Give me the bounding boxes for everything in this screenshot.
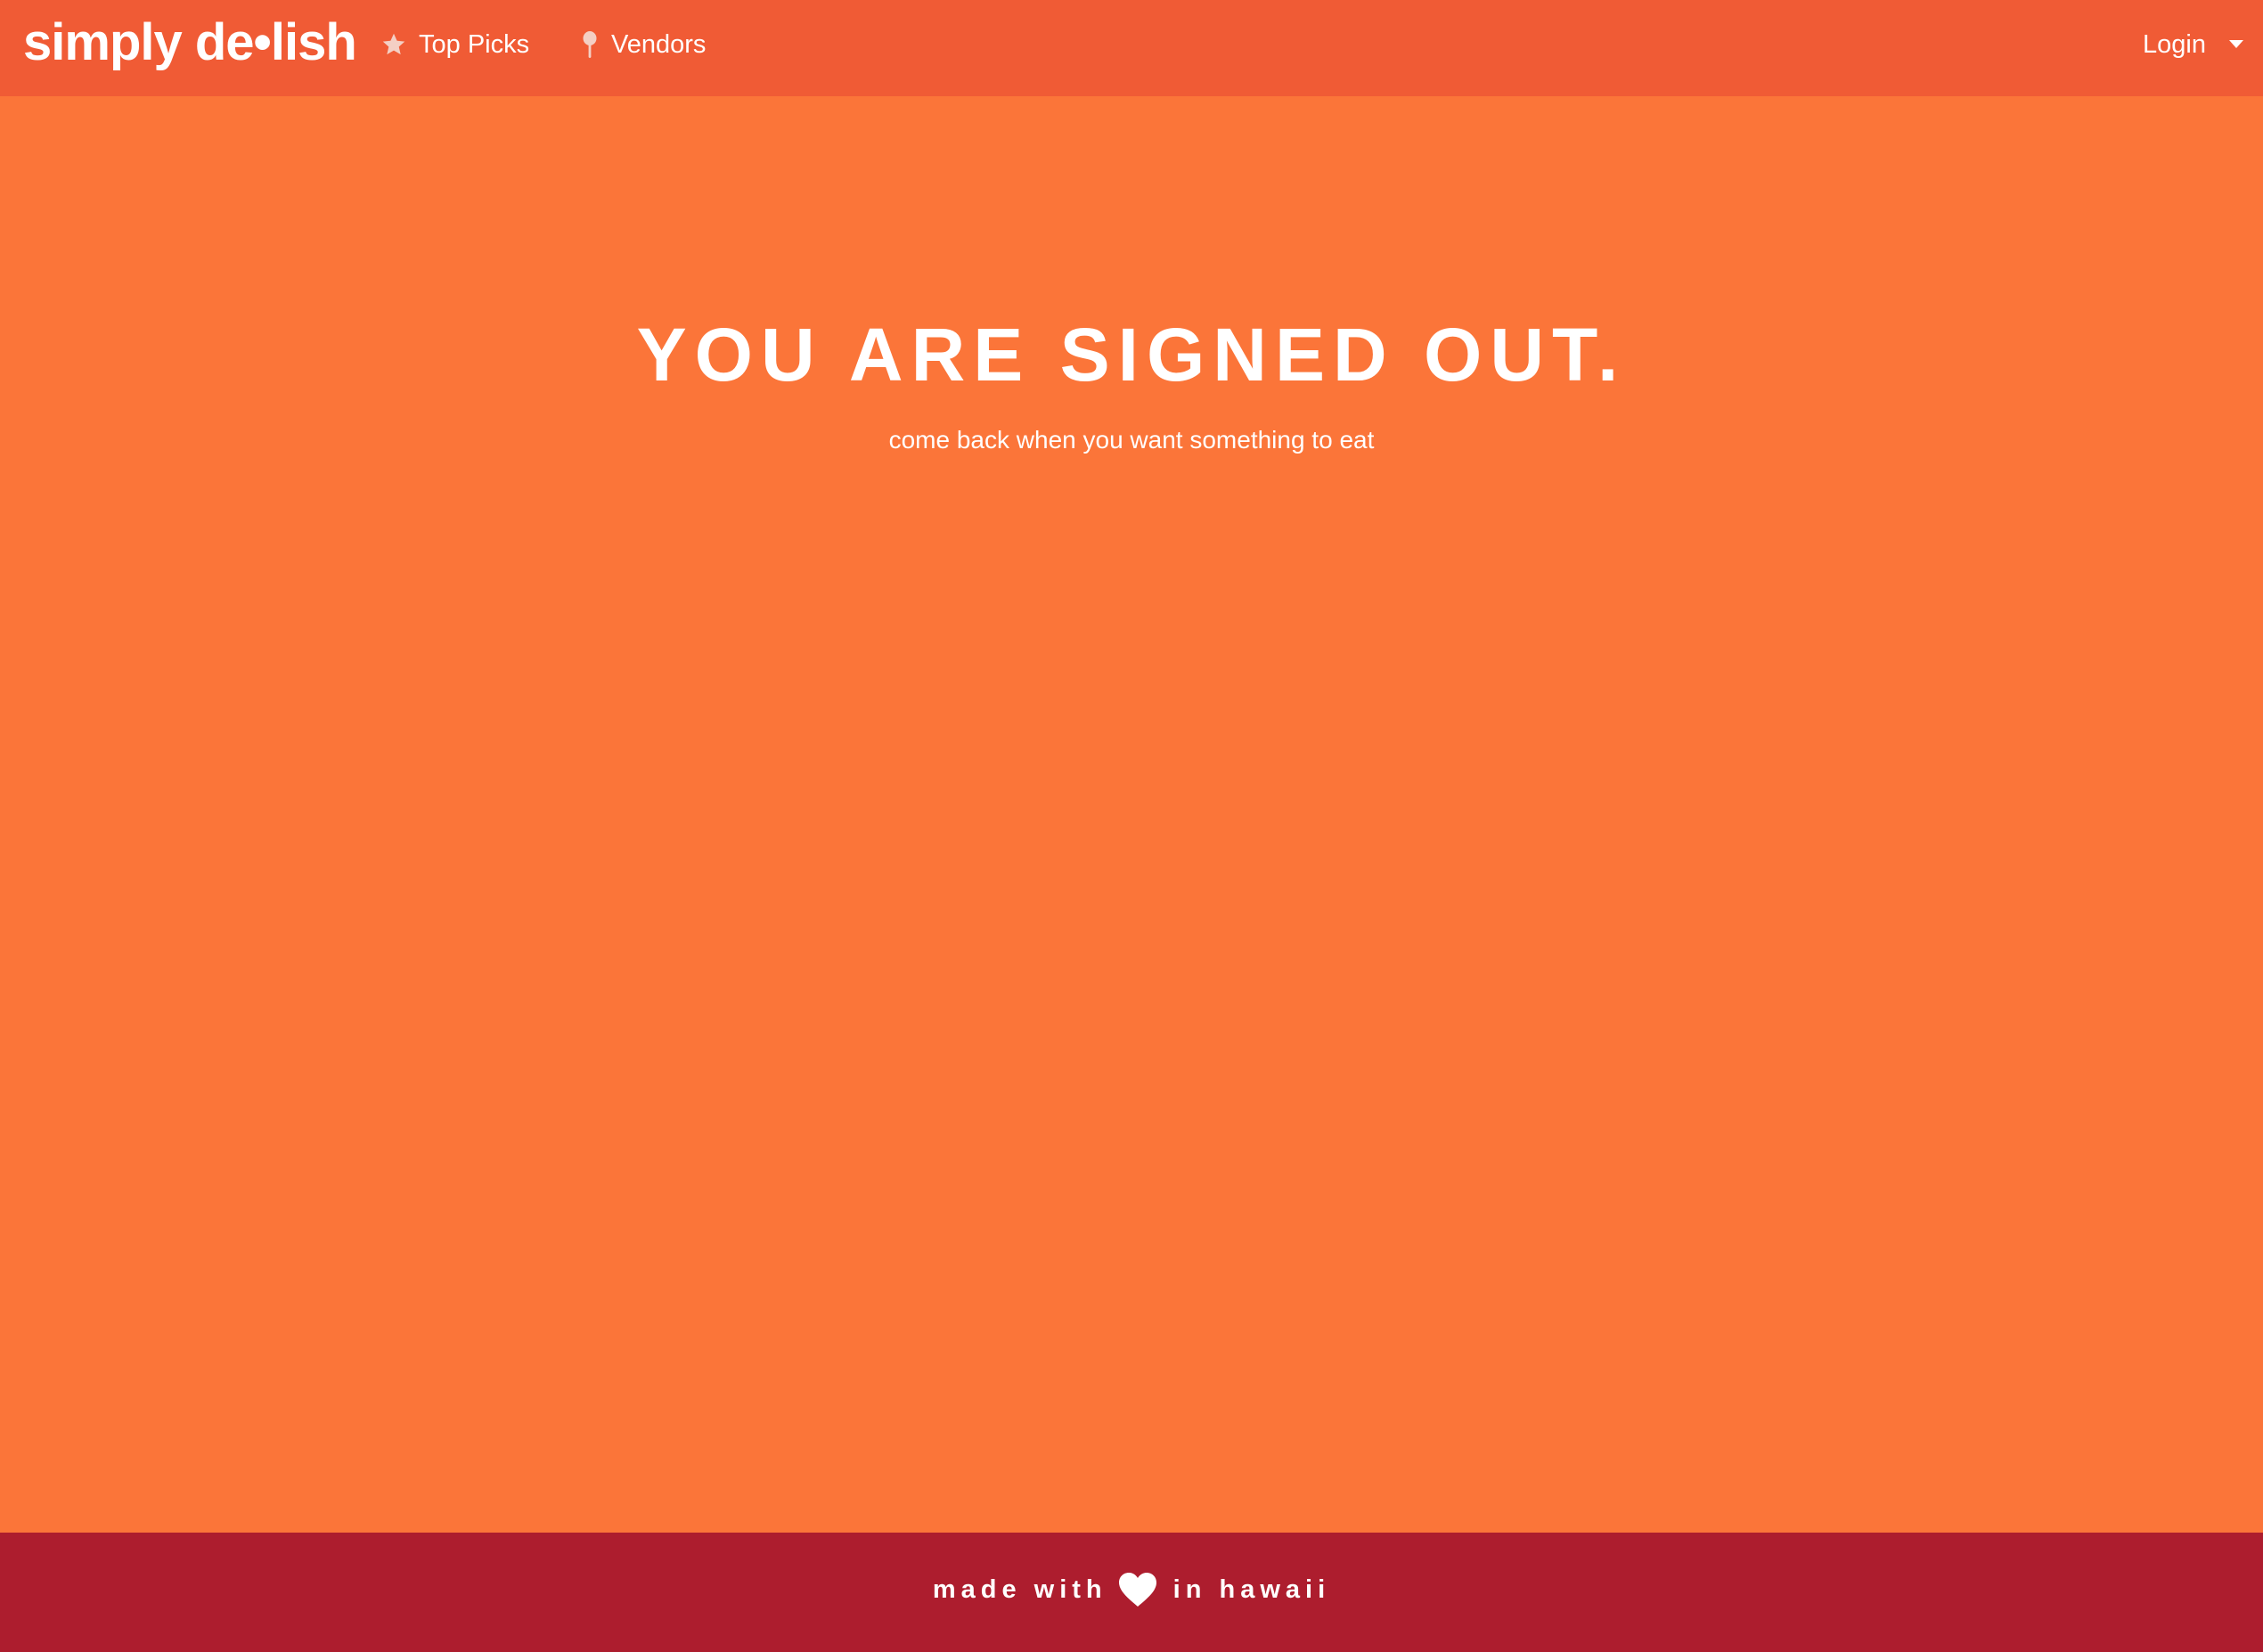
footer-text-after: in hawaii <box>1172 1574 1331 1604</box>
nav-item-vendors[interactable]: Vendors <box>581 23 706 66</box>
footer-text-before: made with <box>932 1574 1107 1604</box>
brand-logo-link[interactable]: simply de•lish <box>23 9 357 77</box>
footer-tagline: made with in hawaii <box>933 1572 1330 1607</box>
heart-icon <box>1118 1572 1157 1607</box>
caret-down-icon <box>2229 40 2243 49</box>
login-dropdown[interactable]: Login <box>2143 23 2243 66</box>
nav-item-label-vendors: Vendors <box>611 29 707 59</box>
signed-out-headline: YOU ARE SIGNED OUT. <box>636 313 1627 397</box>
nav-item-top-picks[interactable]: Top Picks <box>381 23 529 66</box>
nav-item-label-top-picks: Top Picks <box>419 29 530 59</box>
top-navbar: simply de•lish Top Picks Vendors Login <box>0 0 2263 96</box>
main-content: YOU ARE SIGNED OUT. come back when you w… <box>0 96 2263 1533</box>
star-icon <box>381 32 406 57</box>
page-footer: made with in hawaii <box>0 1533 2263 1652</box>
map-pin-icon <box>581 30 599 59</box>
login-label: Login <box>2143 29 2206 59</box>
signed-out-message: come back when you want something to eat <box>888 426 1375 454</box>
